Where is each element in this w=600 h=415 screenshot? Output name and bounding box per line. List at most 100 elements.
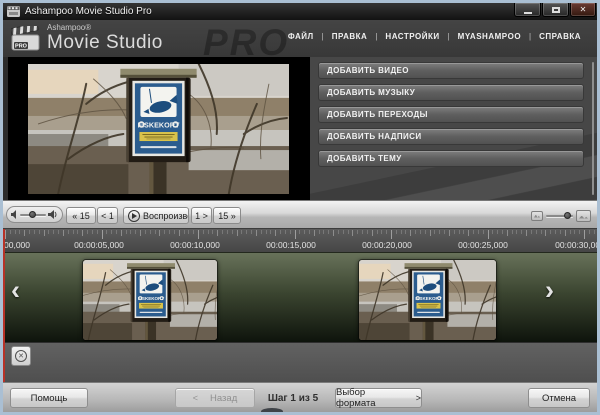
ruler-tick <box>459 230 460 234</box>
ruler-tick <box>454 230 455 234</box>
ruler-tick <box>391 230 392 239</box>
menu-help[interactable]: СПРАВКА <box>539 32 581 41</box>
ruler-tick <box>130 230 131 234</box>
window-title: Ashampoo Movie Studio Pro <box>25 6 152 17</box>
ruler-tick <box>405 230 406 234</box>
wizard-footer: Помощь < Назад Шаг 1 из 5 Выбор формата … <box>3 382 597 412</box>
ruler-tick <box>410 230 411 236</box>
menu-settings[interactable]: НАСТРОЙКИ <box>385 32 439 41</box>
menu-file[interactable]: ФАЙЛ <box>288 32 314 41</box>
video-clip-1[interactable] <box>82 259 218 341</box>
ruler-tick <box>343 230 344 234</box>
main-menu: ФАЙЛ | ПРАВКА | НАСТРОЙКИ | MYASHAMPOO |… <box>288 32 581 41</box>
minimize-button[interactable] <box>514 3 541 17</box>
ruler-tick <box>516 230 517 234</box>
ruler-tick <box>507 230 508 236</box>
ruler-tick <box>97 230 98 234</box>
ruler-tick <box>357 230 358 234</box>
ruler-tick <box>169 230 170 234</box>
next-step-button[interactable]: Выбор формата > <box>335 388 422 408</box>
speaker-low-icon <box>11 210 18 219</box>
menu-edit[interactable]: ПРАВКА <box>332 32 368 41</box>
ruler-label: 00:00:25,000 <box>458 240 508 250</box>
maximize-button[interactable] <box>542 3 569 17</box>
wizard-step-indicator: Шаг 1 из 5 <box>253 393 333 404</box>
ruler-tick <box>198 230 199 239</box>
timeline-zoom-slider[interactable] <box>531 208 591 223</box>
ruler-tick <box>227 230 228 234</box>
ruler-tick <box>116 230 117 234</box>
ruler-tick <box>420 230 421 234</box>
ruler-tick <box>348 230 349 234</box>
ruler-tick <box>319 230 320 234</box>
ruler-tick <box>188 230 189 234</box>
skip-back-1-button[interactable]: < 1 <box>97 207 118 224</box>
ruler-label: 00:00:20,000 <box>362 240 412 250</box>
playhead[interactable] <box>3 229 5 382</box>
ruler-tick <box>15 230 16 234</box>
video-preview <box>8 57 310 200</box>
ruler-tick <box>106 230 107 234</box>
ruler-tick <box>338 230 339 234</box>
app-header: PRO PRO Ashampoo® Movie Studio ФАЙЛ | ПР… <box>3 20 597 57</box>
menu-separator: | <box>375 32 377 41</box>
ruler-tick <box>309 230 310 234</box>
ruler-tick <box>449 230 450 236</box>
ruler-tick <box>555 230 556 234</box>
ruler-tick <box>68 230 69 234</box>
skip-forward-1-button[interactable]: 1 > <box>191 207 212 224</box>
ruler-tick <box>463 230 464 234</box>
add-captions-button[interactable]: ДОБАВИТЬ НАДПИСИ <box>318 128 584 145</box>
ruler-tick <box>333 230 334 236</box>
ruler-tick <box>299 230 300 234</box>
ruler-tick <box>39 230 40 234</box>
close-icon: ✕ <box>580 6 587 14</box>
add-theme-button[interactable]: ДОБАВИТЬ ТЕМУ <box>318 150 584 167</box>
skip-forward-15-button[interactable]: 15 » <box>213 207 241 224</box>
ruler-label: 00,000 <box>4 240 30 250</box>
ruler-tick <box>135 230 136 234</box>
ruler-tick <box>92 230 93 234</box>
help-button[interactable]: Помощь <box>10 388 88 408</box>
ruler-tick <box>193 230 194 234</box>
speaker-high-icon <box>48 209 58 220</box>
add-music-button[interactable]: ДОБАВИТЬ МУЗЫКУ <box>318 84 584 101</box>
play-button[interactable]: Воспроизве <box>123 207 189 224</box>
volume-slider[interactable] <box>6 206 63 223</box>
logo-brand: Ashampoo® <box>47 24 163 32</box>
add-transitions-button[interactable]: ДОБАВИТЬ ПЕРЕХОДЫ <box>318 106 584 123</box>
video-clip-2[interactable] <box>358 259 497 341</box>
back-button[interactable]: < Назад <box>175 388 255 408</box>
ruler-tick <box>492 230 493 234</box>
scroll-left-chevron-icon[interactable]: ‹ <box>11 277 20 304</box>
svg-text:PRO: PRO <box>15 43 28 49</box>
window-controls: ✕ <box>514 3 596 17</box>
ruler-tick <box>439 230 440 234</box>
ruler-tick <box>328 230 329 234</box>
skip-back-15-button[interactable]: « 15 <box>66 207 96 224</box>
ruler-tick <box>502 230 503 234</box>
app-logo: PRO Ashampoo® Movie Studio <box>11 24 163 52</box>
menu-myashampoo[interactable]: MYASHAMPOO <box>458 32 521 41</box>
zoom-in-frame-icon <box>576 210 591 222</box>
cancel-button[interactable]: Отмена <box>528 388 590 408</box>
zoom-handle[interactable] <box>564 212 571 219</box>
scroll-right-chevron-icon[interactable]: › <box>545 277 554 304</box>
window-bottom-notch <box>261 408 283 415</box>
ruler-tick <box>261 230 262 234</box>
remove-track-button[interactable]: ✕ <box>11 346 31 366</box>
add-video-button[interactable]: ДОБАВИТЬ ВИДЕО <box>318 62 584 79</box>
ruler-tick <box>184 230 185 234</box>
close-button[interactable]: ✕ <box>570 3 596 17</box>
ruler-tick <box>372 230 373 236</box>
ruler-tick <box>488 230 489 239</box>
ruler-tick <box>53 230 54 234</box>
ruler-tick <box>314 230 315 236</box>
volume-handle[interactable] <box>29 211 36 218</box>
timeline-ruler[interactable]: 00,000 00:00:05,000 00:00:10,000 00:00:1… <box>3 229 597 252</box>
panel-scrollbar[interactable] <box>592 62 594 195</box>
menu-separator: | <box>448 32 450 41</box>
volume-groove[interactable] <box>20 214 46 216</box>
video-frame-photo <box>28 64 289 194</box>
zoom-groove[interactable] <box>546 215 573 217</box>
